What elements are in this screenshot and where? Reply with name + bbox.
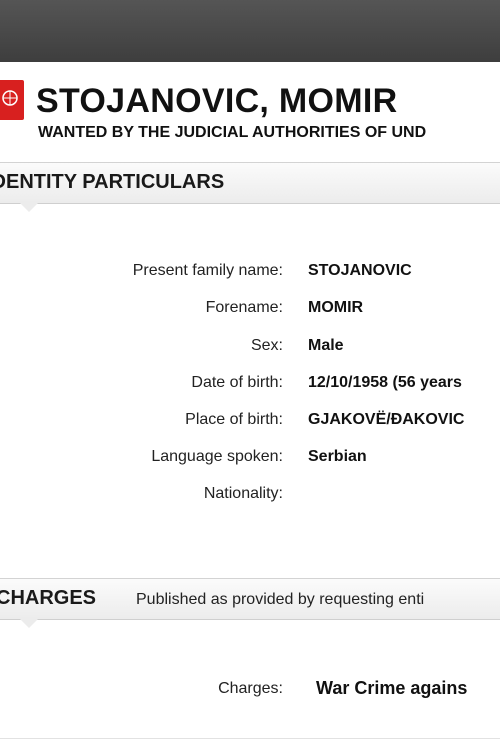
notice-header: STOJANOVIC, MOMIR WANTED BY THE JUDICIAL…: [0, 62, 500, 160]
identity-section-header[interactable]: IDENTITY PARTICULARS: [0, 162, 500, 212]
field-label: Sex:: [250, 337, 283, 354]
field-row-date-of-birth: Date of birth: 12/10/1958 (56 years: [0, 374, 500, 398]
chevron-down-icon: [20, 619, 38, 628]
wanted-subtitle: WANTED BY THE JUDICIAL AUTHORITIES OF UN…: [38, 124, 427, 141]
field-label: Forename:: [205, 299, 283, 316]
divider: [0, 738, 500, 739]
field-label: Place of birth:: [185, 411, 283, 428]
field-label: Present family name:: [132, 262, 283, 279]
field-value: Male: [308, 337, 344, 354]
charges-section-note: Published as provided by requesting enti: [136, 591, 425, 608]
field-row-family-name: Present family name: STOJANOVIC: [0, 262, 500, 286]
chevron-down-icon: [20, 203, 38, 212]
field-row-charges: Charges: War Crime agains: [0, 678, 500, 704]
charges-section-header[interactable]: CHARGES Published as provided by request…: [0, 578, 500, 628]
field-row-nationality: Nationality:: [0, 485, 500, 509]
field-label: Charges:: [218, 680, 283, 697]
field-label: Nationality:: [203, 485, 283, 502]
field-value: Serbian: [308, 448, 367, 465]
top-bar: [0, 0, 500, 62]
field-row-place-of-birth: Place of birth: GJAKOVË/ĐAKOVIC: [0, 411, 500, 435]
field-value: GJAKOVË/ĐAKOVIC: [308, 411, 465, 428]
field-value: MOMIR: [308, 299, 364, 316]
field-value: STOJANOVIC: [308, 262, 412, 279]
charges-section-title: CHARGES: [0, 587, 97, 609]
field-label: Date of birth:: [191, 374, 283, 391]
field-value: War Crime agains: [316, 678, 468, 698]
field-value: 12/10/1958 (56 years: [308, 374, 462, 391]
field-row-forename: Forename: MOMIR: [0, 299, 500, 323]
field-label: Language spoken:: [151, 448, 283, 465]
field-row-language: Language spoken: Serbian: [0, 448, 500, 472]
interpol-logo: [0, 80, 24, 120]
identity-section-title: IDENTITY PARTICULARS: [0, 171, 225, 193]
person-name: STOJANOVIC, MOMIR: [36, 82, 398, 120]
field-row-sex: Sex: Male: [0, 337, 500, 361]
